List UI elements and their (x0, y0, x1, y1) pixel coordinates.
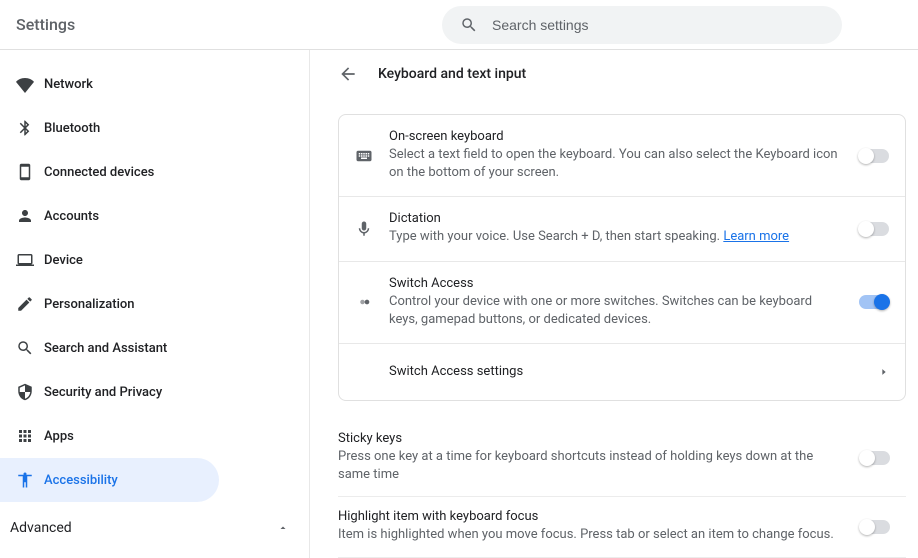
sidebar-item-label: Connected devices (44, 165, 154, 180)
app-title: Settings (16, 15, 75, 34)
sidebar-item-search-assistant[interactable]: Search and Assistant (0, 326, 309, 370)
sidebar-item-label: Accounts (44, 209, 99, 224)
row-subtitle: Type with your voice. Use Search + D, th… (389, 228, 839, 246)
sidebar: Network Bluetooth Connected devices Acco… (0, 50, 310, 558)
sidebar-item-apps[interactable]: Apps (0, 414, 309, 458)
search-input[interactable] (492, 17, 824, 33)
search-icon (16, 339, 44, 357)
microphone-icon (355, 220, 389, 238)
plain-settings-list: Sticky keys Press one key at a time for … (338, 419, 906, 558)
input-card: On-screen keyboard Select a text field t… (338, 114, 906, 401)
row-dictation: Dictation Type with your voice. Use Sear… (339, 197, 905, 261)
sidebar-item-device[interactable]: Device (0, 238, 309, 282)
row-on-screen-keyboard: On-screen keyboard Select a text field t… (339, 115, 905, 197)
row-subtitle: Item is highlighted when you move focus.… (338, 526, 840, 544)
row-sticky-keys: Sticky keys Press one key at a time for … (338, 419, 906, 497)
toggle-dictation[interactable] (859, 222, 889, 236)
toggle-sticky-keys[interactable] (860, 451, 890, 465)
sidebar-item-accounts[interactable]: Accounts (0, 194, 309, 238)
sidebar-item-personalization[interactable]: Personalization (0, 282, 309, 326)
sidebar-item-accessibility[interactable]: Accessibility (0, 458, 219, 502)
chevron-up-icon (277, 522, 289, 534)
sidebar-advanced-header[interactable]: Advanced (0, 508, 309, 544)
row-title: Highlight item with keyboard focus (338, 509, 840, 524)
row-title: Switch Access (389, 276, 839, 291)
row-subtitle: Select a text field to open the keyboard… (389, 146, 839, 182)
laptop-icon (16, 251, 44, 269)
row-title: Dictation (389, 211, 839, 226)
row-subtitle: Press one key at a time for keyboard sho… (338, 448, 840, 484)
switch-access-icon (355, 293, 389, 311)
row-switch-access: Switch Access Control your device with o… (339, 262, 905, 344)
sidebar-item-label: Personalization (44, 297, 135, 312)
sidebar-item-bluetooth[interactable]: Bluetooth (0, 106, 309, 150)
sidebar-item-label: Device (44, 253, 83, 268)
page-subheader: Keyboard and text input (338, 64, 906, 84)
wifi-icon (16, 75, 44, 93)
apps-icon (16, 427, 44, 445)
sidebar-item-label: Network (44, 77, 93, 92)
toggle-on-screen-keyboard[interactable] (859, 149, 889, 163)
page-title: Keyboard and text input (378, 66, 526, 82)
sidebar-item-date-time[interactable]: Date and time (0, 544, 309, 558)
sidebar-item-label: Bluetooth (44, 121, 100, 136)
arrow-left-icon (338, 64, 358, 84)
row-title: Switch Access settings (389, 364, 839, 379)
learn-more-link[interactable]: Learn more (723, 229, 789, 244)
search-icon (460, 16, 478, 34)
person-icon (16, 207, 44, 225)
row-title: On-screen keyboard (389, 129, 839, 144)
accessibility-icon (16, 471, 44, 489)
sidebar-item-label: Apps (44, 429, 74, 444)
device-icon (16, 163, 44, 181)
sidebar-item-security[interactable]: Security and Privacy (0, 370, 309, 414)
toggle-highlight-keyboard-focus[interactable] (860, 520, 890, 534)
row-title: Sticky keys (338, 431, 840, 446)
main-content: Keyboard and text input On-screen keyboa… (310, 50, 918, 558)
sidebar-item-label: Security and Privacy (44, 385, 162, 400)
advanced-label: Advanced (10, 520, 72, 536)
row-subtitle: Control your device with one or more swi… (389, 293, 839, 329)
row-switch-access-settings[interactable]: Switch Access settings (339, 344, 905, 400)
keyboard-icon (355, 147, 389, 165)
chevron-right-icon (839, 367, 889, 377)
app-header: Settings (0, 0, 918, 50)
toggle-switch-access[interactable] (859, 295, 889, 309)
bluetooth-icon (16, 119, 44, 137)
search-container[interactable] (442, 6, 842, 44)
row-highlight-keyboard-focus: Highlight item with keyboard focus Item … (338, 497, 906, 557)
sidebar-item-connected-devices[interactable]: Connected devices (0, 150, 309, 194)
sidebar-item-network[interactable]: Network (0, 62, 309, 106)
back-button[interactable] (338, 64, 358, 84)
shield-icon (16, 383, 44, 401)
sidebar-item-label: Accessibility (44, 473, 118, 488)
sidebar-item-label: Search and Assistant (44, 341, 167, 356)
edit-icon (16, 295, 44, 313)
